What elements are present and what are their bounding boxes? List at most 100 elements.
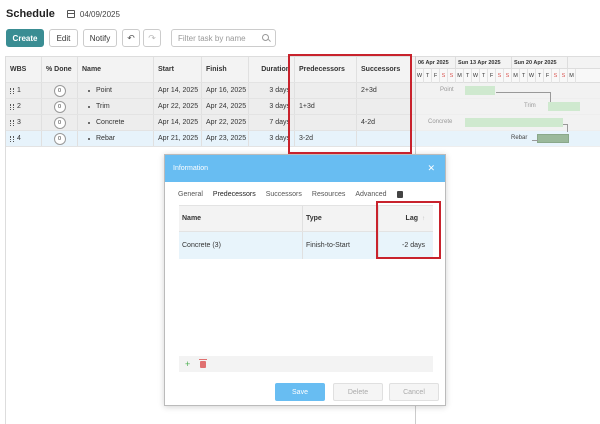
row-name: Concrete [96,119,125,126]
col-done[interactable]: % Done [42,57,78,82]
trash-icon[interactable] [199,358,208,368]
dependency-link [532,140,538,141]
pred-lag-cell[interactable]: -2 days [379,232,433,259]
drag-handle-icon[interactable] [10,103,14,110]
tab-predecessors[interactable]: Predecessors [213,191,256,198]
gantt-day: M [456,69,464,83]
gantt-bar-point[interactable] [465,86,495,95]
table-row[interactable]: 3 0 Concrete Apr 14, 2025 Apr 22, 2025 7… [6,115,416,131]
drag-handle-icon[interactable] [10,87,14,94]
row-wbs: 1 [17,87,21,94]
gantt-bar-label: Concrete [428,119,453,125]
tab-resources[interactable]: Resources [312,191,345,198]
gantt-bar-label: Rebar [511,135,528,141]
col-name[interactable]: Name [78,57,154,82]
gantt-week: Sun 20 Apr 2025 [512,57,568,69]
row-duration: 3 days [249,83,295,98]
tab-successors[interactable]: Successors [266,191,302,198]
row-start: Apr 14, 2025 [154,115,202,130]
gantt-bar-concrete[interactable] [465,118,563,127]
gantt-bar-rebar[interactable] [537,134,569,143]
row-name: Rebar [96,135,116,142]
gantt-day: W [528,69,536,83]
percent-done-badge: 0 [53,84,66,97]
gantt-day: W [416,69,424,83]
notes-icon[interactable] [396,190,403,198]
row-start: Apr 21, 2025 [154,131,202,146]
gantt-bar-trim[interactable] [548,102,580,111]
create-button[interactable]: Create [6,29,44,47]
gantt-day: S [560,69,568,83]
search-input[interactable] [178,30,264,46]
gantt-bar-label: Trim [524,103,536,109]
gantt-day: S [552,69,560,83]
gantt-day: T [424,69,432,83]
gantt-bar-label: Point [440,87,454,93]
add-icon[interactable]: + [185,359,190,369]
row-predecessors [295,83,357,98]
row-wbs: 3 [17,119,21,126]
col-successors[interactable]: Successors [357,57,416,82]
row-predecessors: 3-2d [295,131,357,146]
col-duration[interactable]: Duration [249,57,295,82]
col-wbs[interactable]: WBS [6,57,42,82]
gantt-week: 06 Apr 2025 [416,57,456,69]
table-row[interactable]: Concrete (3) Finish-to-Start -2 days [179,232,433,259]
table-row[interactable]: 2 0 Trim Apr 22, 2025 Apr 24, 2025 3 day… [6,99,416,115]
redo-icon[interactable]: ↷ [143,29,161,47]
row-successors [357,131,416,146]
col-pred-lag[interactable]: Lag ↑ [379,206,433,231]
page-header: Schedule 04/09/2025 [6,6,120,22]
col-start[interactable]: Start [154,57,202,82]
edit-button[interactable]: Edit [49,29,78,47]
gantt-day: S [448,69,456,83]
schedule-date[interactable]: 04/09/2025 [80,10,120,19]
cancel-button[interactable]: Cancel [389,383,439,401]
gantt-day: T [520,69,528,83]
col-predecessors[interactable]: Predecessors [295,57,357,82]
gantt-week-header: 06 Apr 2025 Sun 13 Apr 2025 Sun 20 Apr 2… [416,56,600,69]
dialog-title: Information [173,165,209,172]
col-pred-name[interactable]: Name [179,206,303,231]
delete-button[interactable]: Delete [333,383,383,401]
gantt-day: T [536,69,544,83]
search-icon[interactable] [262,34,269,41]
search-box [171,29,276,47]
save-button[interactable]: Save [275,383,325,401]
bullet-icon [88,137,90,140]
undo-icon[interactable]: ↶ [122,29,140,47]
col-finish[interactable]: Finish [202,57,249,82]
row-wbs: 2 [17,103,21,110]
gantt-day: F [432,69,440,83]
gantt-day: M [512,69,520,83]
percent-done-badge: 0 [53,116,66,129]
table-row[interactable]: 4 0 Rebar Apr 21, 2025 Apr 23, 2025 3 da… [6,131,416,147]
col-pred-type[interactable]: Type [303,206,379,231]
page-title: Schedule [6,8,55,20]
sort-icon[interactable]: ↑ [422,216,425,222]
pred-type-cell[interactable]: Finish-to-Start [303,232,379,259]
gantt-day-header: W T F S S M T W T F S S M T W T F S S M [416,69,600,83]
gantt-day: S [440,69,448,83]
row-duration: 7 days [249,115,295,130]
gantt-week: Sun 13 Apr 2025 [456,57,512,69]
notify-button[interactable]: Notify [83,29,117,47]
row-predecessors: 1+3d [295,99,357,114]
row-finish: Apr 23, 2025 [202,131,249,146]
drag-handle-icon[interactable] [10,119,14,126]
bullet-icon [88,105,90,108]
tab-general[interactable]: General [178,191,203,198]
pred-name-cell[interactable]: Concrete (3) [179,232,303,259]
calendar-icon[interactable] [66,10,75,18]
predecessors-table: Name Type Lag ↑ Concrete (3) Finish-to-S… [179,205,433,259]
gantt-row: Trim [416,99,600,115]
tab-advanced[interactable]: Advanced [355,191,386,198]
gantt-day: F [544,69,552,83]
toolbar: Create Edit Notify ↶ ↷ [6,29,276,47]
gantt-day: S [496,69,504,83]
gantt-row: Point [416,83,600,99]
drag-handle-icon[interactable] [10,135,14,142]
gantt-day: M [568,69,576,83]
close-icon[interactable]: ✕ [427,163,435,174]
table-row[interactable]: 1 0 Point Apr 14, 2025 Apr 16, 2025 3 da… [6,83,416,99]
